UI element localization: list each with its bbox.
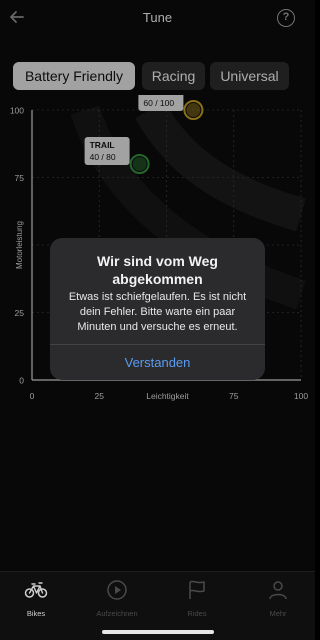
nav-label-bikes: Bikes <box>26 609 46 618</box>
error-dialog: Wir sind vom Weg abgekommen Etwas ist sc… <box>50 238 265 380</box>
bike-icon <box>24 582 48 598</box>
nav-item-rides[interactable]: Rides <box>162 578 232 628</box>
nav-label-rides: Rides <box>187 609 207 618</box>
nav-item-more[interactable]: Mehr <box>243 578 313 628</box>
dismiss-button[interactable]: Verstanden <box>50 345 265 380</box>
nav-label-record: Aufzeichnen <box>96 609 138 618</box>
play-icon <box>107 580 127 600</box>
flag-icon <box>189 580 205 599</box>
person-icon <box>269 581 287 600</box>
nav-item-record[interactable]: Aufzeichnen <box>82 578 152 628</box>
nav-item-bikes[interactable]: Bikes <box>1 578 71 628</box>
dialog-title: Wir sind vom Weg abgekommen <box>97 253 218 287</box>
nav-label-more: Mehr <box>269 609 287 618</box>
home-indicator <box>102 630 214 634</box>
dialog-message: Etwas ist schiefgelaufen. Es ist nicht d… <box>68 291 247 333</box>
tune-screen: Tune ? Battery Friendly Racing Universal… <box>0 0 315 640</box>
